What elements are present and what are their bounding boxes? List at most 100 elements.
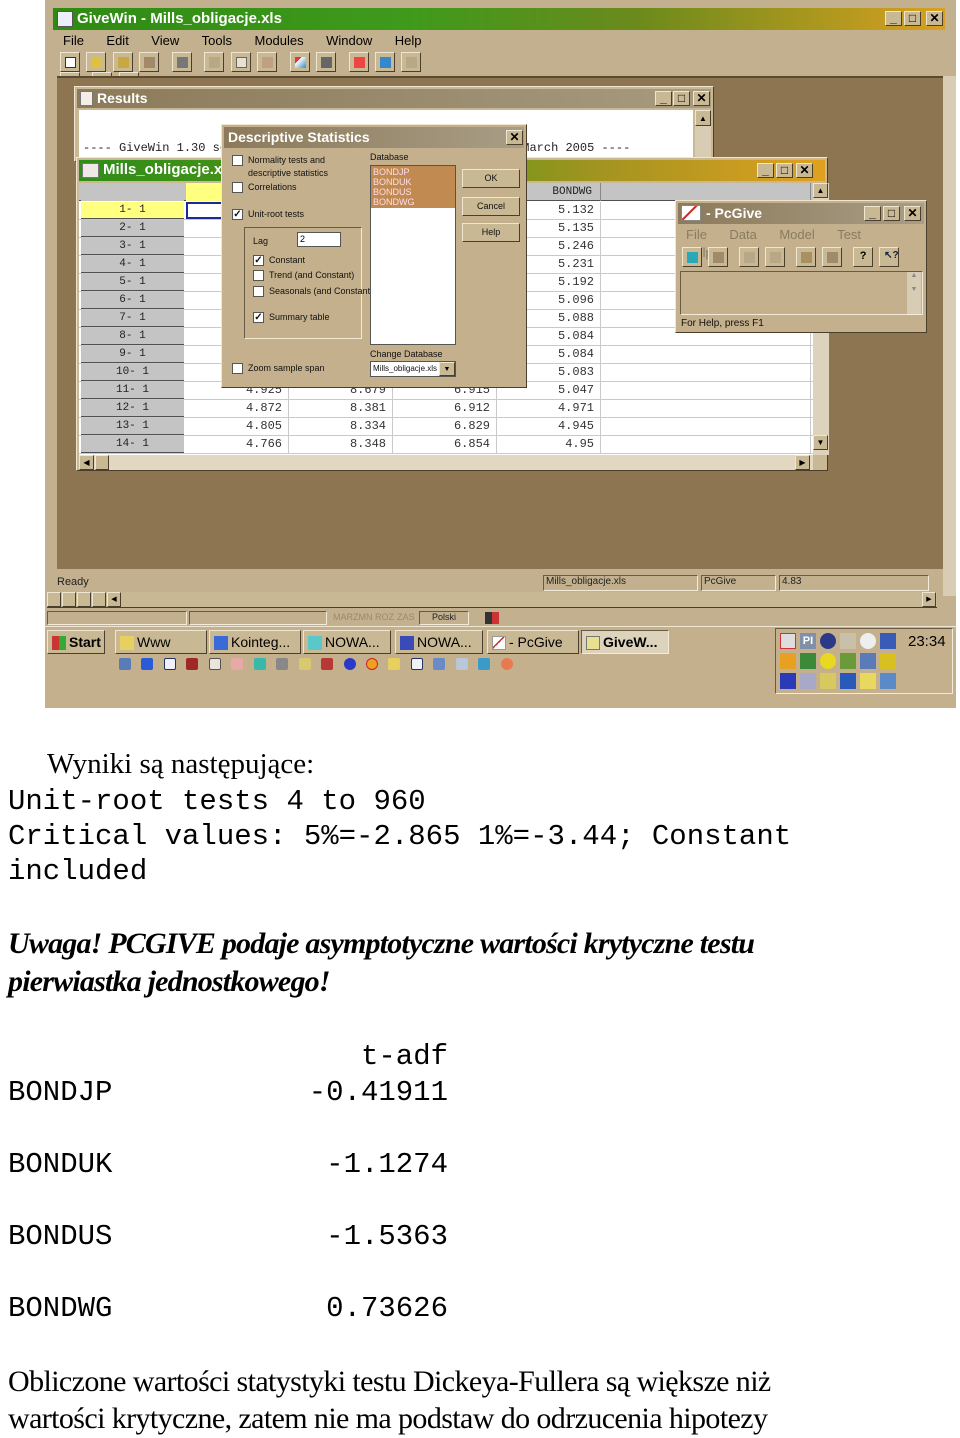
row-header[interactable]: 8- 1 bbox=[81, 328, 184, 345]
menu-help[interactable]: Help bbox=[395, 33, 422, 48]
quick-launch-icon[interactable] bbox=[478, 658, 491, 670]
calculator-icon[interactable] bbox=[800, 673, 816, 689]
table-cell[interactable] bbox=[601, 436, 811, 453]
clock[interactable]: 23:34 bbox=[908, 633, 946, 650]
taskbar-item-kointeg[interactable]: Kointeg... bbox=[209, 630, 301, 654]
unit-root-checkbox[interactable]: ✓ bbox=[232, 209, 243, 221]
quick-launch-icon[interactable] bbox=[500, 658, 513, 670]
pcgive-menu-test[interactable]: Test bbox=[837, 227, 861, 242]
scroll-left-arrow-icon[interactable]: ◀ bbox=[79, 455, 94, 470]
save-icon[interactable] bbox=[139, 52, 160, 72]
row-header[interactable]: 4- 1 bbox=[81, 256, 184, 273]
table-cell[interactable] bbox=[601, 418, 811, 435]
tray-icon[interactable] bbox=[860, 673, 876, 689]
app-vertical-scrollbar[interactable] bbox=[943, 76, 956, 596]
taskbar-item-nowa-2[interactable]: NOWA... bbox=[395, 630, 483, 654]
database-item[interactable]: BONDUK bbox=[373, 177, 453, 187]
quick-launch-icon[interactable] bbox=[163, 658, 176, 670]
pcgive-output[interactable]: ▲ ▼ bbox=[680, 271, 923, 315]
data-minimize-button[interactable]: _ bbox=[757, 163, 774, 178]
calculator-icon[interactable] bbox=[316, 52, 337, 72]
table-cell[interactable]: 4.872 bbox=[186, 400, 289, 417]
pcgive-menu-model[interactable]: Model bbox=[779, 227, 814, 242]
trend-checkbox[interactable] bbox=[253, 270, 264, 282]
app-minimize-button[interactable]: _ bbox=[885, 11, 902, 26]
tray-pi-icon[interactable]: PI bbox=[800, 633, 816, 649]
quick-launch-icon[interactable] bbox=[298, 658, 311, 670]
option-constant[interactable]: ✓ Constant bbox=[253, 255, 305, 267]
pcgive-minimize-button[interactable]: _ bbox=[864, 206, 881, 221]
menu-view[interactable]: View bbox=[151, 33, 179, 48]
formulate-icon[interactable] bbox=[738, 247, 759, 267]
tray-icon[interactable] bbox=[840, 673, 856, 689]
algebra-icon[interactable] bbox=[348, 52, 369, 72]
tray-icon[interactable] bbox=[780, 653, 796, 669]
page-view-icon[interactable] bbox=[77, 592, 91, 607]
zoom-sample-checkbox[interactable] bbox=[232, 363, 243, 375]
table-cell[interactable] bbox=[601, 364, 811, 381]
scroll-right-arrow-icon[interactable]: ▶ bbox=[795, 455, 810, 470]
option-seasonals[interactable]: Seasonals (and Constant) bbox=[253, 286, 373, 298]
tray-icon[interactable] bbox=[820, 673, 836, 689]
option-normality[interactable]: Normality tests and descriptive statisti… bbox=[232, 155, 328, 178]
pcgive-close-button[interactable]: ✕ bbox=[904, 206, 921, 221]
taskbar-item-givewin[interactable]: GiveW... bbox=[581, 630, 669, 654]
row-header[interactable]: 3- 1 bbox=[81, 238, 184, 255]
taskbar-item-www[interactable]: Www bbox=[115, 630, 207, 654]
table-cell[interactable]: 4.945 bbox=[497, 418, 601, 435]
tray-icon[interactable] bbox=[780, 673, 796, 689]
tray-icon[interactable] bbox=[820, 633, 836, 649]
chevron-down-icon[interactable]: ▼ bbox=[439, 362, 455, 376]
pcgive-menu-data[interactable]: Data bbox=[729, 227, 756, 242]
table-cell[interactable]: 4.971 bbox=[497, 400, 601, 417]
tray-icon[interactable] bbox=[780, 633, 796, 649]
scroll-down-arrow-icon[interactable]: ▼ bbox=[813, 435, 828, 450]
constant-checkbox[interactable]: ✓ bbox=[253, 255, 264, 267]
table-cell[interactable]: 8.334 bbox=[289, 418, 393, 435]
pcgive-maximize-button[interactable]: □ bbox=[883, 206, 900, 221]
table-cell[interactable] bbox=[601, 346, 811, 363]
pcgive-menu-file[interactable]: File bbox=[686, 227, 707, 242]
quick-launch-icon[interactable] bbox=[455, 658, 468, 670]
progress-icon[interactable] bbox=[822, 247, 843, 267]
open-folder-icon[interactable] bbox=[86, 52, 107, 72]
quick-launch-icon[interactable] bbox=[276, 658, 289, 670]
option-summary[interactable]: ✓ Summary table bbox=[253, 312, 330, 324]
results-maximize-button[interactable]: □ bbox=[673, 91, 690, 106]
row-header[interactable]: 5- 1 bbox=[81, 274, 184, 291]
summary-checkbox[interactable]: ✓ bbox=[253, 312, 264, 324]
row-header[interactable]: 13- 1 bbox=[81, 418, 184, 435]
normality-checkbox[interactable] bbox=[232, 155, 243, 167]
tray-icon[interactable] bbox=[860, 653, 876, 669]
ok-button[interactable]: OK bbox=[462, 169, 520, 188]
database-item[interactable]: BONDWG bbox=[373, 197, 453, 207]
option-unit-root[interactable]: ✓ Unit-root tests bbox=[232, 209, 304, 221]
menu-file[interactable]: File bbox=[63, 33, 84, 48]
scroll-thumb[interactable] bbox=[95, 455, 109, 470]
volume-icon[interactable] bbox=[840, 633, 856, 649]
data-close-button[interactable]: ✕ bbox=[796, 163, 813, 178]
start-button[interactable]: Start bbox=[47, 630, 105, 654]
quick-launch-icon[interactable] bbox=[231, 658, 244, 670]
help-icon[interactable]: ? bbox=[852, 247, 873, 267]
quick-launch-icon[interactable] bbox=[119, 658, 131, 670]
database-list[interactable]: BONDJP BONDUK BONDUS BONDWG bbox=[370, 165, 456, 345]
tray-icon[interactable] bbox=[880, 653, 896, 669]
row-header[interactable]: 14- 1 bbox=[81, 436, 184, 453]
table-cell[interactable]: 6.912 bbox=[393, 400, 497, 417]
mouse-icon[interactable] bbox=[860, 633, 876, 649]
menu-tools[interactable]: Tools bbox=[202, 33, 232, 48]
cut-icon[interactable] bbox=[204, 52, 225, 72]
row-header[interactable]: 12- 1 bbox=[81, 400, 184, 417]
dialog-close-button[interactable]: ✕ bbox=[506, 130, 523, 145]
outline-view-icon[interactable] bbox=[92, 592, 106, 607]
row-header[interactable]: 6- 1 bbox=[81, 292, 184, 309]
database-icon[interactable] bbox=[708, 247, 729, 267]
scroll-up-arrow-icon[interactable]: ▲ bbox=[813, 183, 828, 198]
results-minimize-button[interactable]: _ bbox=[655, 91, 672, 106]
database-item[interactable]: BONDUS bbox=[373, 187, 453, 197]
data-loader-icon[interactable] bbox=[682, 247, 702, 267]
menu-modules[interactable]: Modules bbox=[254, 33, 303, 48]
table-cell[interactable] bbox=[601, 382, 811, 399]
quick-launch-icon[interactable] bbox=[208, 658, 221, 670]
